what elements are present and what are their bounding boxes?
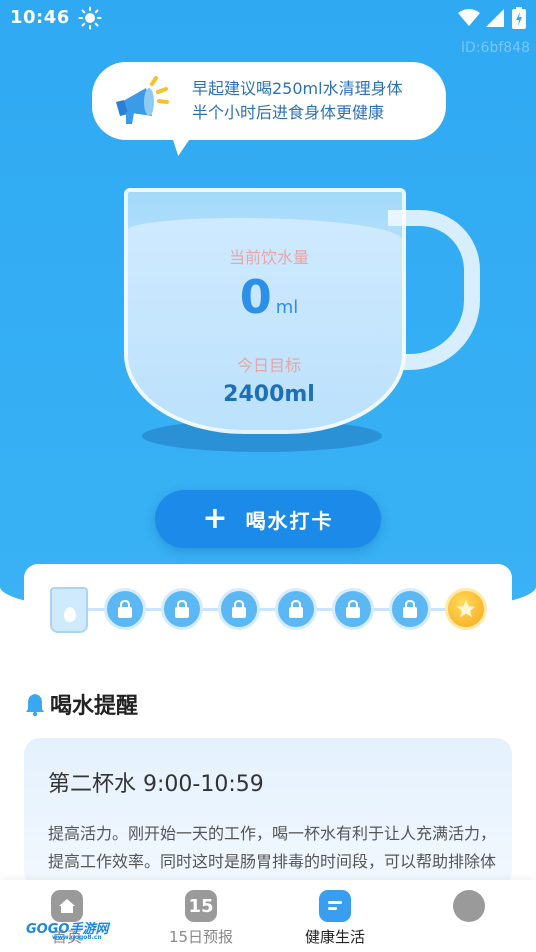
lock-icon [175,599,189,618]
lock-icon [289,599,303,618]
status-bar: 10:46 [0,0,536,36]
lock-icon [403,599,417,618]
locked-cup-slot[interactable] [389,588,431,630]
reminder-card-body: 提高活力。刚开始一天的工作，喝一杯水有利于让人充满活力，提高工作效率。同时这时是… [48,824,497,888]
locked-cup-slot[interactable] [161,588,203,630]
site-watermark-logo: GOGO手游网 www.gogo8.cn [26,918,108,942]
daily-target-value: 2400ml [223,382,315,407]
checkin-label: 喝水打卡 [245,508,334,533]
tip-line-1: 早起建议喝250ml水清理身体 [192,79,403,98]
nav-forecast[interactable]: 15 15日预报 [156,890,246,947]
reward-star[interactable] [445,588,487,630]
bell-icon [26,694,44,716]
health-icon [319,890,351,922]
locked-cup-slot[interactable] [332,588,374,630]
wifi-icon [458,9,480,26]
reminder-card-title: 第二杯水 9:00-10:59 [48,772,264,797]
lock-icon [118,599,132,618]
reminder-heading: 喝水提醒 [24,688,138,720]
plus-icon: + [202,501,230,536]
water-drop-icon [64,607,76,622]
cup-progress-card [24,564,512,660]
current-intake-number: 0 [239,270,272,324]
tip-bubble: 早起建议喝250ml水清理身体 半个小时后进食身体更健康 [92,62,446,140]
status-time: 10:46 [10,7,70,28]
locked-cup-slot[interactable] [104,588,146,630]
locked-cup-slot[interactable] [218,588,260,630]
current-intake-value: 0 ml [124,270,414,324]
tip-line-2: 半个小时后进食身体更健康 [192,103,385,122]
nav-health-label: 健康生活 [304,928,365,946]
reminder-card: 第二杯水 9:00-10:59 提高活力。刚开始一天的工作，喝一杯水有利于让人充… [24,738,512,888]
calendar-15-icon: 15 [185,890,217,922]
battery-icon [512,7,526,29]
current-cup-slot[interactable] [50,587,88,633]
reminder-heading-text: 喝水提醒 [50,694,139,719]
nav-health[interactable]: 健康生活 [290,890,380,947]
current-intake-unit: ml [275,297,299,318]
tip-text: 早起建议喝250ml水清理身体 半个小时后进食身体更健康 [192,77,432,125]
megaphone-icon [116,76,169,124]
current-intake-label: 当前饮水量 [228,248,309,267]
nav-profile[interactable] [424,890,514,926]
logo-url: www.gogo8.cn [52,934,102,941]
signal-icon [486,9,504,27]
calendar-badge: 15 [188,895,214,917]
star-icon [456,599,476,618]
drink-checkin-button[interactable]: + 喝水打卡 [155,490,381,548]
nav-forecast-label: 15日预报 [168,928,234,946]
lock-icon [232,599,246,618]
user-id-watermark: ID:6bf848 [460,40,530,56]
profile-icon [453,890,485,922]
lock-icon [346,599,360,618]
locked-cup-slot[interactable] [275,588,317,630]
daily-target-label: 今日目标 [236,356,301,375]
brightness-icon [78,6,102,30]
